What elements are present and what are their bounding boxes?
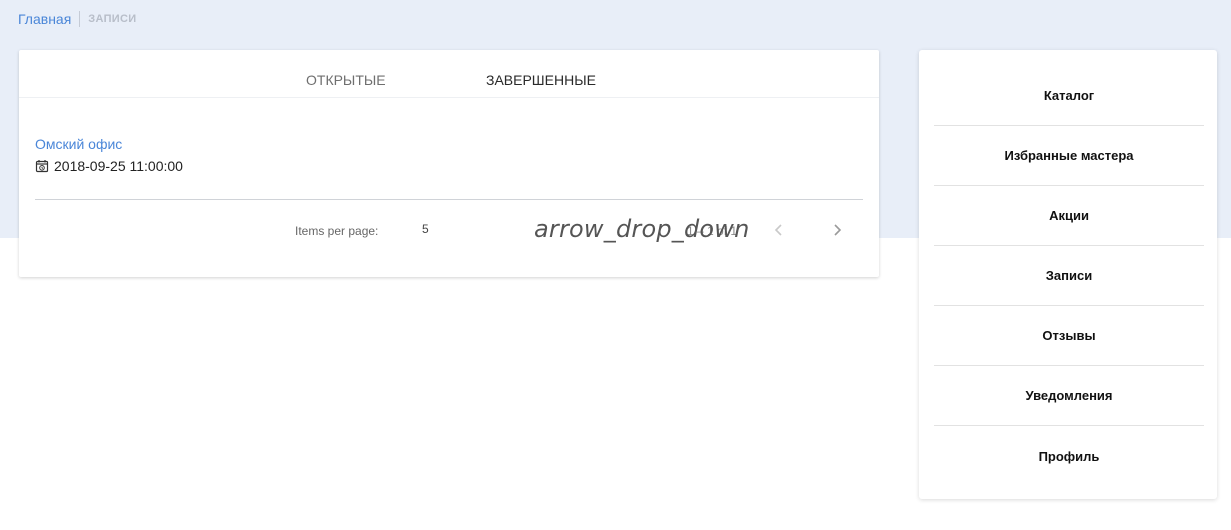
menu-item-catalog[interactable]: Каталог bbox=[934, 66, 1204, 126]
paginator: Items per page: 5 1 – 1 of 1 arrow_drop_… bbox=[19, 215, 879, 245]
menu-item-reviews[interactable]: Отзывы bbox=[934, 306, 1204, 366]
chevron-right-icon[interactable] bbox=[827, 220, 847, 240]
breadcrumb-separator bbox=[79, 11, 81, 27]
items-per-page-select[interactable]: 5 bbox=[422, 222, 429, 236]
tab-bar: ОТКРЫТЫЕ ЗАВЕРШЕННЫЕ bbox=[19, 50, 879, 98]
side-menu: Каталог Избранные мастера Акции Записи О… bbox=[919, 50, 1217, 499]
calendar-clock-icon bbox=[35, 159, 49, 173]
items-per-page-label: Items per page: bbox=[295, 224, 379, 238]
record-datetime: 2018-09-25 11:00:00 bbox=[54, 158, 183, 174]
record-title-link[interactable]: Омский офис bbox=[35, 136, 183, 152]
breadcrumb: Главная ЗАПИСИ bbox=[18, 10, 136, 28]
records-card: ОТКРЫТЫЕ ЗАВЕРШЕННЫЕ Омский офис 2018-09… bbox=[19, 50, 879, 277]
breadcrumb-home-link[interactable]: Главная bbox=[18, 11, 71, 27]
menu-item-favorite-masters[interactable]: Избранные мастера bbox=[934, 126, 1204, 186]
record-datetime-row: 2018-09-25 11:00:00 bbox=[35, 158, 183, 174]
menu-item-promotions[interactable]: Акции bbox=[934, 186, 1204, 246]
tab-open[interactable]: ОТКРЫТЫЕ bbox=[306, 50, 386, 98]
record-item: Омский офис 2018-09-25 11:00:00 bbox=[35, 136, 183, 174]
menu-item-records[interactable]: Записи bbox=[934, 246, 1204, 306]
menu-item-profile[interactable]: Профиль bbox=[934, 426, 1204, 486]
tab-completed[interactable]: ЗАВЕРШЕННЫЕ bbox=[486, 50, 596, 98]
divider bbox=[35, 199, 863, 200]
chevron-left-icon[interactable] bbox=[769, 220, 789, 240]
breadcrumb-current: ЗАПИСИ bbox=[88, 13, 137, 25]
arrow-drop-down-icon[interactable]: arrow_drop_down bbox=[534, 215, 750, 243]
menu-item-notifications[interactable]: Уведомления bbox=[934, 366, 1204, 426]
